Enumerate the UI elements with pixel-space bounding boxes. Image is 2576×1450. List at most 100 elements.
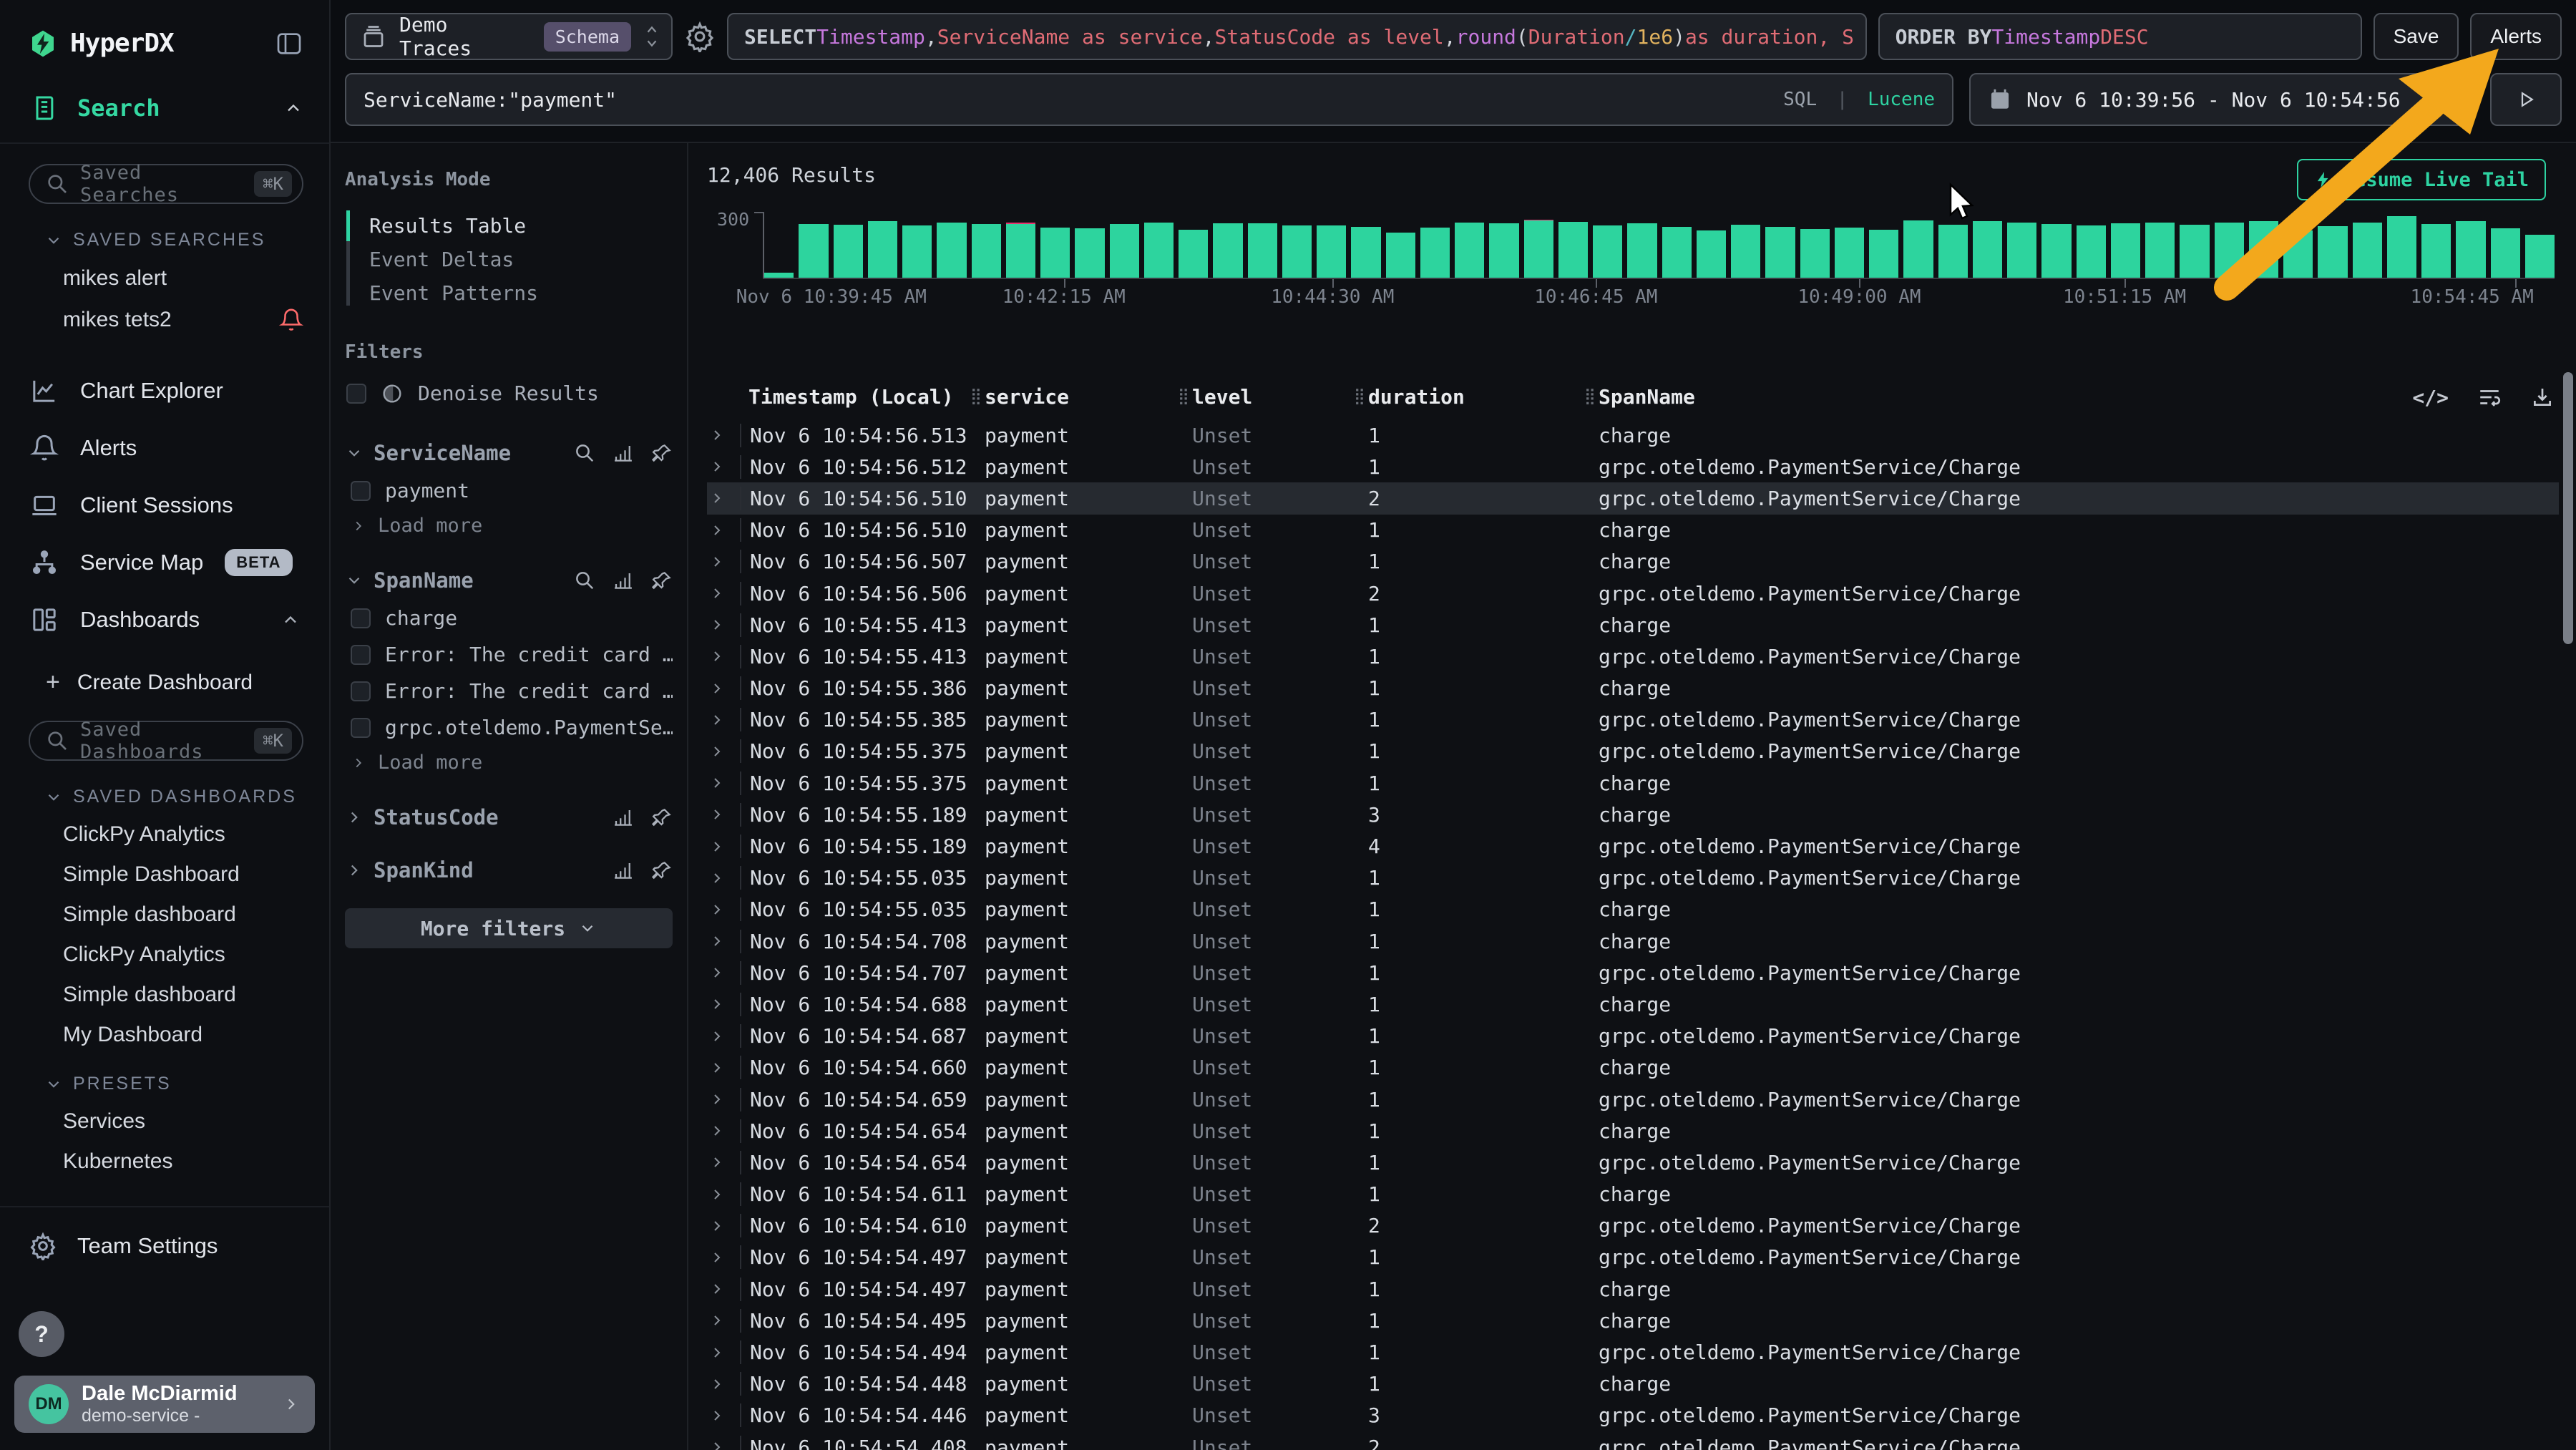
bar-chart-icon[interactable] bbox=[613, 860, 634, 881]
row-expand-icon[interactable] bbox=[708, 553, 726, 570]
row-expand-icon[interactable] bbox=[708, 1376, 726, 1393]
sidebar-item-dashboards[interactable]: Dashboards bbox=[0, 591, 329, 648]
table-row[interactable]: Nov 6 10:54:54.610 AMpaymentUnset2grpc.o… bbox=[707, 1210, 2559, 1242]
row-expand-icon[interactable] bbox=[708, 1312, 726, 1329]
bar-chart-icon[interactable] bbox=[613, 807, 634, 828]
row-expand-icon[interactable] bbox=[708, 680, 726, 697]
mode-tab-results-table[interactable]: Results Table bbox=[346, 209, 673, 243]
bar-chart-icon[interactable] bbox=[613, 570, 634, 591]
table-row[interactable]: Nov 6 10:54:54.687 AMpaymentUnset1grpc.o… bbox=[707, 1021, 2559, 1052]
row-expand-icon[interactable] bbox=[708, 743, 726, 760]
create-dashboard-button[interactable]: + Create Dashboard bbox=[0, 648, 329, 701]
table-row[interactable]: Nov 6 10:54:54.497 AMpaymentUnset1charge bbox=[707, 1273, 2559, 1305]
histogram-bar[interactable] bbox=[2456, 221, 2485, 278]
histogram-bar[interactable] bbox=[1662, 227, 1692, 278]
sidebar-item-client-sessions[interactable]: Client Sessions bbox=[0, 477, 329, 534]
pin-icon[interactable] bbox=[651, 570, 673, 591]
histogram-bar[interactable] bbox=[1938, 225, 1968, 278]
language-lucene[interactable]: Lucene bbox=[1868, 89, 1935, 110]
row-expand-icon[interactable] bbox=[708, 490, 726, 507]
mode-tab-event-deltas[interactable]: Event Deltas bbox=[346, 243, 673, 276]
histogram-bar[interactable] bbox=[2353, 223, 2382, 278]
histogram-bar[interactable] bbox=[2215, 223, 2244, 278]
query-language-toggle[interactable]: SQL | Lucene bbox=[1783, 89, 1935, 110]
more-filters-button[interactable]: More filters bbox=[345, 908, 673, 948]
table-row[interactable]: Nov 6 10:54:55.189 AMpaymentUnset3charge bbox=[707, 799, 2559, 830]
histogram-bar[interactable] bbox=[1697, 230, 1726, 278]
histogram-bar[interactable] bbox=[764, 273, 794, 278]
histogram-bar[interactable] bbox=[2318, 226, 2347, 278]
histogram-bar[interactable] bbox=[799, 224, 828, 278]
saved-dashboard-item[interactable]: Simple Dashboard bbox=[0, 855, 329, 895]
filter-checkbox[interactable] bbox=[351, 645, 371, 665]
row-expand-icon[interactable] bbox=[708, 427, 726, 444]
filter-value-row[interactable]: charge bbox=[345, 600, 673, 636]
magnifier-icon[interactable] bbox=[574, 442, 595, 464]
histogram-bar[interactable] bbox=[1558, 222, 1588, 278]
dataset-select[interactable]: Demo Traces Schema bbox=[345, 13, 673, 60]
scrollbar-thumb[interactable] bbox=[2563, 372, 2573, 644]
row-expand-icon[interactable] bbox=[708, 1154, 726, 1171]
row-expand-icon[interactable] bbox=[708, 1059, 726, 1076]
histogram-bar[interactable] bbox=[1903, 220, 1933, 278]
table-row[interactable]: Nov 6 10:54:54.659 AMpaymentUnset1grpc.o… bbox=[707, 1084, 2559, 1115]
histogram-bar[interactable] bbox=[2077, 225, 2106, 278]
row-expand-icon[interactable] bbox=[708, 870, 726, 887]
row-expand-icon[interactable] bbox=[708, 1439, 726, 1450]
table-row[interactable]: Nov 6 10:54:55.375 AMpaymentUnset1grpc.o… bbox=[707, 736, 2559, 767]
sidebar-item-search[interactable]: Search bbox=[0, 79, 329, 144]
magnifier-icon[interactable] bbox=[574, 570, 595, 591]
help-button[interactable]: ? bbox=[19, 1311, 64, 1357]
sidebar-collapse-icon[interactable] bbox=[275, 29, 303, 58]
row-expand-icon[interactable] bbox=[708, 964, 726, 981]
row-expand-icon[interactable] bbox=[708, 1186, 726, 1203]
histogram-bar[interactable] bbox=[2249, 221, 2278, 278]
histogram-bar[interactable] bbox=[1593, 225, 1622, 278]
filter-checkbox[interactable] bbox=[351, 718, 371, 738]
histogram-bar[interactable] bbox=[2111, 223, 2140, 278]
table-row[interactable]: Nov 6 10:54:54.611 AMpaymentUnset1charge bbox=[707, 1179, 2559, 1210]
run-query-button[interactable] bbox=[2490, 73, 2562, 126]
histogram-bar[interactable] bbox=[1731, 225, 1760, 278]
row-expand-icon[interactable] bbox=[708, 585, 726, 602]
histogram-bar[interactable] bbox=[1489, 223, 1518, 278]
saved-dashboards-search-input[interactable]: Saved Dashboards ⌘K bbox=[29, 721, 303, 761]
source-settings-gear-icon[interactable] bbox=[684, 21, 716, 52]
save-button[interactable]: Save bbox=[2373, 13, 2459, 60]
histogram-bar[interactable] bbox=[1317, 225, 1346, 278]
filter-value-row[interactable]: payment bbox=[345, 472, 673, 509]
histogram-bar[interactable] bbox=[2180, 225, 2209, 278]
filter-checkbox[interactable] bbox=[351, 681, 371, 701]
filter-group-spankind[interactable]: SpanKind bbox=[345, 851, 673, 890]
row-expand-icon[interactable] bbox=[708, 458, 726, 475]
histogram-bar[interactable] bbox=[1110, 224, 1139, 278]
filter-checkbox[interactable] bbox=[351, 608, 371, 628]
histogram-bar[interactable] bbox=[1075, 228, 1104, 278]
table-row[interactable]: Nov 6 10:54:54.654 AMpaymentUnset1grpc.o… bbox=[707, 1147, 2559, 1178]
histogram-bar[interactable] bbox=[1351, 227, 1380, 278]
filter-value-row[interactable]: Error: The credit card … bbox=[345, 673, 673, 709]
user-menu[interactable]: DM Dale McDiarmid demo-service - bbox=[14, 1376, 315, 1433]
table-row[interactable]: Nov 6 10:54:56.510 AMpaymentUnset2grpc.o… bbox=[707, 482, 2559, 514]
table-row[interactable]: Nov 6 10:54:55.035 AMpaymentUnset1grpc.o… bbox=[707, 862, 2559, 894]
histogram-bar[interactable] bbox=[1213, 223, 1242, 278]
filter-group-spanname[interactable]: SpanName bbox=[345, 561, 673, 600]
row-expand-icon[interactable] bbox=[708, 1407, 726, 1424]
histogram-bar[interactable] bbox=[1835, 228, 1864, 278]
mode-tab-event-patterns[interactable]: Event Patterns bbox=[346, 276, 673, 310]
alerts-button[interactable]: Alerts bbox=[2470, 13, 2562, 60]
pin-icon[interactable] bbox=[651, 442, 673, 464]
table-row[interactable]: Nov 6 10:54:56.506 AMpaymentUnset2grpc.o… bbox=[707, 578, 2559, 609]
table-row[interactable]: Nov 6 10:54:56.507 AMpaymentUnset1charge bbox=[707, 546, 2559, 578]
search-query-input[interactable]: ServiceName:"payment" SQL | Lucene bbox=[345, 73, 1953, 126]
table-row[interactable]: Nov 6 10:54:54.707 AMpaymentUnset1grpc.o… bbox=[707, 957, 2559, 988]
table-row[interactable]: Nov 6 10:54:55.035 AMpaymentUnset1charge bbox=[707, 894, 2559, 925]
table-row[interactable]: Nov 6 10:54:55.386 AMpaymentUnset1charge bbox=[707, 673, 2559, 704]
table-row[interactable]: Nov 6 10:54:55.375 AMpaymentUnset1charge bbox=[707, 767, 2559, 799]
histogram-bar[interactable] bbox=[1179, 230, 1208, 278]
row-expand-icon[interactable] bbox=[708, 1249, 726, 1266]
saved-dashboards-header[interactable]: SAVED DASHBOARDS bbox=[0, 768, 329, 814]
filter-checkbox[interactable] bbox=[351, 481, 371, 501]
row-expand-icon[interactable] bbox=[708, 901, 726, 918]
denoise-checkbox[interactable] bbox=[346, 384, 366, 404]
